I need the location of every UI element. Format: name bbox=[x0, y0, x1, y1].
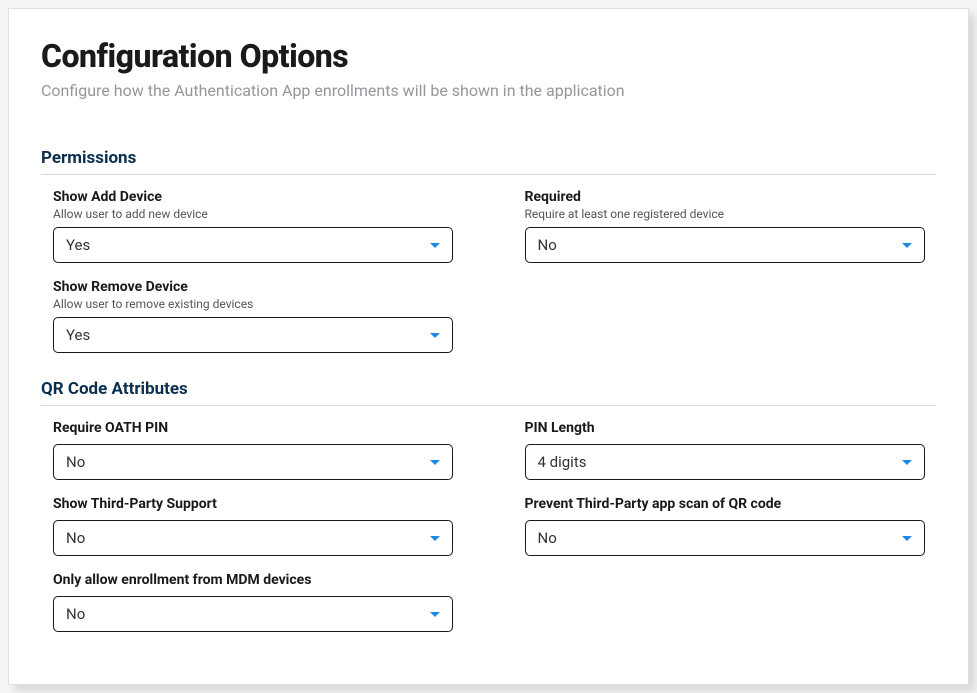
select-only-mdm[interactable]: No bbox=[53, 596, 453, 632]
page-subtitle: Configure how the Authentication App enr… bbox=[41, 81, 936, 100]
label-required: Required bbox=[525, 189, 937, 205]
config-card: Configuration Options Configure how the … bbox=[8, 8, 969, 685]
label-pin-length: PIN Length bbox=[525, 420, 937, 436]
section-title-permissions: Permissions bbox=[41, 148, 936, 175]
select-value: 4 digits bbox=[538, 453, 902, 471]
field-prevent-third-party-scan: Prevent Third-Party app scan of QR code … bbox=[525, 496, 937, 556]
label-show-remove-device: Show Remove Device bbox=[53, 279, 465, 295]
label-only-mdm: Only allow enrollment from MDM devices bbox=[53, 572, 465, 588]
select-value: Yes bbox=[66, 326, 430, 344]
select-value: No bbox=[538, 529, 902, 547]
field-show-third-party: Show Third-Party Support No bbox=[53, 496, 465, 556]
page-title: Configuration Options bbox=[41, 37, 936, 75]
empty-cell bbox=[525, 279, 937, 353]
empty-cell bbox=[525, 572, 937, 632]
select-pin-length[interactable]: 4 digits bbox=[525, 444, 925, 480]
section-qr: QR Code Attributes Require OATH PIN No P… bbox=[41, 379, 936, 632]
desc-show-add-device: Allow user to add new device bbox=[53, 207, 465, 221]
chevron-down-icon bbox=[902, 460, 912, 465]
field-only-mdm: Only allow enrollment from MDM devices N… bbox=[53, 572, 465, 632]
qr-grid: Require OATH PIN No PIN Length 4 digits … bbox=[41, 420, 936, 632]
field-pin-length: PIN Length 4 digits bbox=[525, 420, 937, 480]
chevron-down-icon bbox=[430, 536, 440, 541]
field-show-add-device: Show Add Device Allow user to add new de… bbox=[53, 189, 465, 263]
select-value: No bbox=[66, 453, 430, 471]
label-show-add-device: Show Add Device bbox=[53, 189, 465, 205]
chevron-down-icon bbox=[902, 536, 912, 541]
permissions-grid: Show Add Device Allow user to add new de… bbox=[41, 189, 936, 353]
field-required: Required Require at least one registered… bbox=[525, 189, 937, 263]
select-require-oath-pin[interactable]: No bbox=[53, 444, 453, 480]
select-value: No bbox=[538, 236, 902, 254]
select-value: Yes bbox=[66, 236, 430, 254]
select-show-remove-device[interactable]: Yes bbox=[53, 317, 453, 353]
field-require-oath-pin: Require OATH PIN No bbox=[53, 420, 465, 480]
select-required[interactable]: No bbox=[525, 227, 925, 263]
chevron-down-icon bbox=[430, 460, 440, 465]
select-show-add-device[interactable]: Yes bbox=[53, 227, 453, 263]
select-value: No bbox=[66, 529, 430, 547]
chevron-down-icon bbox=[902, 243, 912, 248]
chevron-down-icon bbox=[430, 612, 440, 617]
label-require-oath-pin: Require OATH PIN bbox=[53, 420, 465, 436]
field-show-remove-device: Show Remove Device Allow user to remove … bbox=[53, 279, 465, 353]
desc-show-remove-device: Allow user to remove existing devices bbox=[53, 297, 465, 311]
chevron-down-icon bbox=[430, 243, 440, 248]
label-prevent-third-party-scan: Prevent Third-Party app scan of QR code bbox=[525, 496, 937, 512]
section-title-qr: QR Code Attributes bbox=[41, 379, 936, 406]
select-show-third-party[interactable]: No bbox=[53, 520, 453, 556]
chevron-down-icon bbox=[430, 333, 440, 338]
section-permissions: Permissions Show Add Device Allow user t… bbox=[41, 148, 936, 353]
label-show-third-party: Show Third-Party Support bbox=[53, 496, 465, 512]
select-value: No bbox=[66, 605, 430, 623]
desc-required: Require at least one registered device bbox=[525, 207, 937, 221]
select-prevent-third-party-scan[interactable]: No bbox=[525, 520, 925, 556]
